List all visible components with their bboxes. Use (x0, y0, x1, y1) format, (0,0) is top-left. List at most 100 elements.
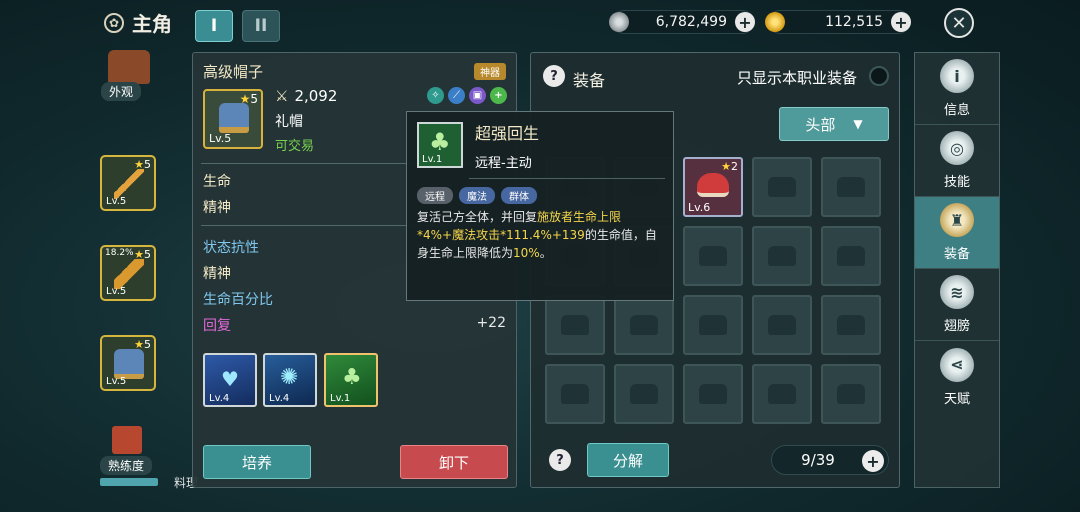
skill-name: 超强回生 (475, 124, 540, 143)
side-nav: i 信息 ◎ 技能 ♜ 装备 ≋ 翅膀 ⋖ 天赋 (914, 52, 1000, 488)
silver-amount: 6,782,499 (655, 14, 727, 30)
help-button[interactable]: ? (549, 449, 571, 471)
proficiency-label: 熟练度 (100, 456, 153, 475)
scroll-icon[interactable] (112, 426, 142, 454)
stat-label: 回复 (203, 318, 231, 334)
inventory-slot[interactable] (821, 226, 881, 286)
axe-icon (114, 259, 144, 289)
skill-level: Lv.4 (209, 393, 230, 404)
inventory-slot[interactable] (614, 295, 674, 355)
stat-label: 精神 (203, 266, 231, 282)
slot-level: Lv.5 (106, 196, 127, 207)
add-gem-icon[interactable]: + (490, 87, 507, 104)
tag-group: 群体 (501, 187, 537, 204)
page-title: ✿ 主角 (104, 8, 172, 37)
top-hat-icon (219, 103, 249, 133)
empty-hat-icon (837, 246, 865, 266)
inventory-slot[interactable] (614, 364, 674, 424)
skill-level: Lv.1 (422, 154, 443, 165)
skill-slot-heart[interactable]: ♥ Lv.4 (203, 353, 257, 407)
equipped-slot-axe[interactable]: 18.2% ★5 Lv.5 (100, 245, 156, 301)
empty-hat-icon (561, 315, 589, 335)
silver-coin-icon (609, 12, 629, 32)
equipped-slot-hat[interactable]: ★5 Lv.5 (100, 335, 156, 391)
crossed-swords-icon: ⚔ (275, 87, 289, 105)
heart-icon: ♥ (221, 367, 239, 391)
empty-hat-icon (699, 315, 727, 335)
inventory-slot[interactable] (752, 295, 812, 355)
appearance-label: 外观 (101, 82, 142, 101)
stat-label: 状态抗性 (203, 240, 259, 256)
tag-magic: 魔法 (459, 187, 495, 204)
add-gold-button[interactable]: + (891, 12, 911, 32)
decompose-button[interactable]: 分解 (587, 443, 669, 477)
nav-label: 技能 (943, 175, 970, 190)
nav-wings[interactable]: ≋ 翅膀 (915, 269, 999, 341)
unequip-button[interactable]: 卸下 (400, 445, 508, 479)
add-silver-button[interactable]: + (735, 12, 755, 32)
nav-skills[interactable]: ◎ 技能 (915, 125, 999, 197)
empty-hat-icon (699, 246, 727, 266)
nav-info[interactable]: i 信息 (915, 53, 999, 125)
nav-equipment[interactable]: ♜ 装备 (915, 197, 999, 269)
nav-label: 天赋 (943, 391, 970, 407)
tradable-status: 可交易 (275, 139, 315, 154)
empty-hat-icon (630, 384, 658, 404)
skill-description: 复活己方全体，并回复施放者生命上限*4%+魔法攻击*111.4%+139的生命值… (417, 210, 657, 260)
skill-icon: ♣ Lv.1 (417, 122, 463, 168)
inventory-slot[interactable] (683, 364, 743, 424)
clover-icon: ♣ (429, 128, 451, 156)
item-icon: ★5 Lv.5 (203, 89, 263, 149)
close-button[interactable]: ✕ (944, 8, 974, 38)
power-value: 2,092 (294, 87, 338, 105)
armor-icon: ♜ (940, 203, 974, 237)
inventory-slot[interactable] (683, 226, 743, 286)
empty-hat-icon (699, 384, 727, 404)
train-button[interactable]: 培养 (203, 445, 311, 479)
skill-tooltip: ♣ Lv.1 超强回生 远程-主动 远程 魔法 群体 复活己方全体，并回复施放者… (406, 111, 674, 301)
class-filter-label: 只显示本职业装备 (737, 69, 858, 87)
skill-slot-revive[interactable]: ♣ Lv.1 (324, 353, 378, 407)
inventory-slot[interactable] (752, 157, 812, 217)
skill-tags: 远程 魔法 群体 (417, 187, 537, 204)
inventory-slot[interactable] (752, 364, 812, 424)
expand-inventory-button[interactable]: + (862, 450, 884, 472)
tab-two[interactable]: II (242, 10, 280, 42)
inventory-slot[interactable] (752, 226, 812, 286)
hat-appearance-icon[interactable] (108, 50, 150, 84)
inventory-slot[interactable] (821, 295, 881, 355)
equipped-slot-weapon[interactable]: ★5 Lv.5 (100, 155, 156, 211)
empty-hat-icon (630, 315, 658, 335)
divider (469, 178, 665, 179)
gold-coin-icon (765, 12, 785, 32)
inventory-slot[interactable] (545, 364, 605, 424)
skill-slot-burst[interactable]: ✺ Lv.4 (263, 353, 317, 407)
gear-icon[interactable]: ✿ (104, 12, 124, 33)
inventory-item[interactable]: ★2 Lv.6 (683, 157, 743, 217)
slot-level: Lv.5 (106, 286, 127, 297)
inventory-slot[interactable] (821, 364, 881, 424)
skill-icon: ◎ (940, 131, 974, 165)
item-name: 高级帽子 (203, 63, 264, 81)
class-filter-toggle[interactable] (869, 66, 889, 86)
empty-hat-icon (837, 177, 865, 197)
inventory-slot[interactable] (683, 295, 743, 355)
skill-level: Lv.1 (330, 393, 351, 404)
inventory-slot[interactable] (821, 157, 881, 217)
close-icon: ✕ (951, 12, 967, 34)
star-badge: ★2 (721, 160, 738, 173)
empty-hat-icon (837, 315, 865, 335)
slot-dropdown[interactable]: 头部 ▼ (779, 107, 889, 141)
help-button[interactable]: ? (543, 65, 565, 87)
clover-icon: ♣ (342, 365, 362, 390)
red-hat-icon (697, 173, 729, 197)
gold-counter: 112,515 + (765, 10, 911, 34)
talent-icon: ⋖ (940, 347, 974, 382)
tab-one[interactable]: I (195, 10, 233, 42)
empty-hat-icon (837, 384, 865, 404)
inventory-slot[interactable] (545, 295, 605, 355)
nav-talent[interactable]: ⋖ 天赋 (915, 341, 999, 413)
stat-label: 生命百分比 (203, 292, 273, 308)
empty-hat-icon (768, 177, 796, 197)
inventory-count: 9/39 + (771, 445, 889, 475)
